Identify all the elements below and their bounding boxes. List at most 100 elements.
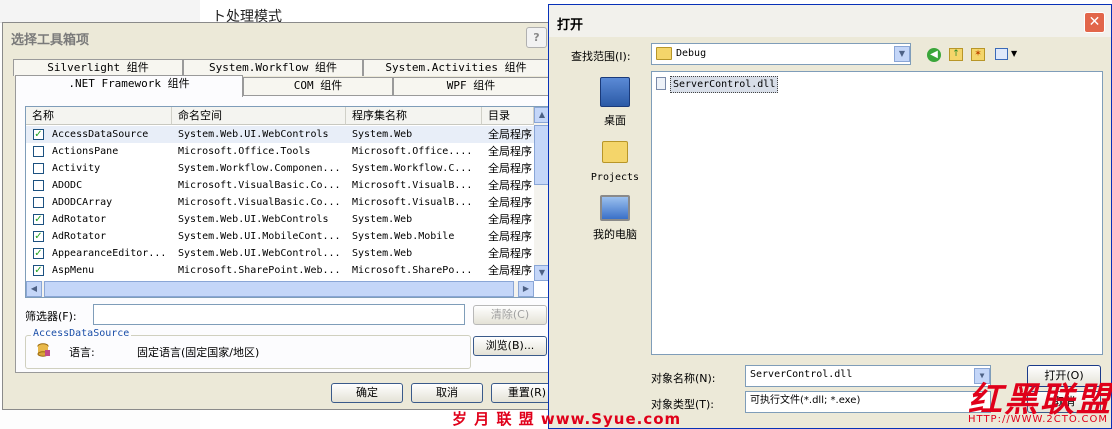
tab-dotnet-framework[interactable]: .NET Framework 组件 [15, 75, 243, 97]
back-icon[interactable]: ◀ [927, 48, 941, 62]
column-header-assembly[interactable]: 程序集名称 [346, 107, 482, 125]
table-row[interactable]: ✓ AppearanceEditor... System.Web.UI.WebCon… [26, 245, 548, 262]
table-row[interactable]: Activity System.Workflow.Componen... Syste… [26, 160, 548, 177]
cell-name: ADODCArray [52, 197, 113, 208]
watermark-url: HTTP://WWW.2CTO.COM [968, 414, 1108, 425]
cell-dir: 全局程序 [488, 213, 532, 226]
filename-input[interactable]: ServerControl.dll ▼ [745, 365, 991, 387]
my-computer-icon [600, 195, 630, 221]
cell-asm: System.Web [352, 248, 413, 259]
cell-asm: System.Web [352, 214, 413, 225]
filter-label: 筛选器(F): [25, 310, 77, 323]
lookin-label: 查找范围(I): [571, 50, 631, 63]
scroll-right-button[interactable]: ▶ [518, 281, 534, 297]
place-my-computer[interactable]: 我的电脑 [565, 195, 665, 247]
toolbox-title: 选择工具箱项 [11, 33, 90, 48]
folder-icon [656, 47, 672, 60]
place-desktop[interactable]: 桌面 [565, 77, 665, 129]
cell-name: AdRotator [52, 231, 107, 242]
toolbox-titlebar: 选择工具箱项 ? [3, 23, 551, 51]
ok-button[interactable]: 确定 [331, 383, 403, 403]
cell-dir: 全局程序 [488, 196, 532, 209]
file-list[interactable]: ServerControl.dll [651, 71, 1103, 355]
cell-dir: 全局程序 [488, 247, 532, 260]
filename-value: ServerControl.dll [750, 369, 853, 380]
row-checkbox[interactable] [33, 197, 44, 208]
tab-system-activities[interactable]: System.Activities 组件 [363, 59, 549, 76]
cancel-button[interactable]: 取消 [411, 383, 483, 403]
tab-com[interactable]: COM 组件 [243, 77, 393, 95]
place-projects[interactable]: Projects [565, 141, 665, 193]
filter-input[interactable] [93, 304, 465, 325]
components-list[interactable]: 名称 命名空间 程序集名称 目录 ✓ AccessDataSource System… [25, 106, 549, 298]
cell-asm: System.Web.Mobile [352, 231, 455, 242]
view-menu-icon[interactable]: ▼ [995, 48, 1017, 61]
language-value: 固定语言(固定国家/地区) [137, 346, 260, 359]
list-vertical-scrollbar[interactable]: ▲ ▼ [534, 107, 548, 281]
place-label: 桌面 [604, 114, 626, 127]
hscroll-thumb[interactable] [44, 281, 514, 297]
row-checkbox[interactable]: ✓ [33, 129, 44, 140]
open-title: 打开 [557, 18, 584, 33]
scroll-left-button[interactable]: ◀ [26, 281, 42, 297]
table-row[interactable]: ADODC Microsoft.VisualBasic.Co... Microsof… [26, 177, 548, 194]
tab-system-workflow[interactable]: System.Workflow 组件 [183, 59, 363, 76]
column-label: 程序集名称 [352, 109, 407, 122]
scroll-up-button[interactable]: ▲ [534, 107, 548, 123]
close-button[interactable]: ✕ [1084, 12, 1105, 33]
new-folder-icon[interactable]: ✶ [971, 48, 985, 61]
column-label: 命名空间 [178, 109, 222, 122]
place-label: Projects [590, 172, 640, 183]
filetype-select[interactable]: 可执行文件(*.dll; *.exe) [745, 391, 991, 413]
cell-dir: 全局程序 [488, 264, 532, 277]
cell-ns: Microsoft.VisualBasic.Co... [178, 197, 341, 208]
scroll-down-button[interactable]: ▼ [534, 265, 548, 281]
cell-name: Activity [52, 163, 101, 174]
component-icon [37, 343, 50, 357]
column-header-name[interactable]: 名称 [26, 107, 172, 125]
row-checkbox[interactable]: ✓ [33, 265, 44, 276]
list-horizontal-scrollbar[interactable]: ◀ ▶ [26, 281, 534, 297]
cell-asm: Microsoft.SharePo... [352, 265, 473, 276]
lookin-value: Debug [676, 48, 707, 59]
row-checkbox[interactable]: ✓ [33, 231, 44, 242]
row-checkbox[interactable] [33, 146, 44, 157]
places-bar: 桌面 Projects 我的电脑 [565, 71, 665, 355]
cell-asm: Microsoft.VisualB... [352, 197, 473, 208]
cell-name: ActionsPane [52, 146, 119, 157]
table-row[interactable]: ActionsPane Microsoft.Office.Tools Microso… [26, 143, 548, 160]
folder-icon [602, 141, 628, 163]
cell-ns: Microsoft.Office.Tools [178, 146, 311, 157]
browse-button[interactable]: 浏览(B)... [473, 336, 547, 356]
cell-asm: Microsoft.VisualB... [352, 180, 473, 191]
column-header-namespace[interactable]: 命名空间 [172, 107, 346, 125]
column-header-directory[interactable]: 目录 [482, 107, 534, 125]
cell-name: ADODC [52, 180, 83, 191]
open-titlebar: 打开 ✕ [549, 5, 1111, 37]
place-label: 我的电脑 [593, 228, 637, 241]
row-checkbox[interactable] [33, 163, 44, 174]
column-label: 目录 [488, 109, 510, 122]
table-row[interactable]: ADODCArray Microsoft.VisualBasic.Co... Mic… [26, 194, 548, 211]
table-row[interactable]: ✓ AdRotator System.Web.UI.MobileCont... Sys… [26, 228, 548, 245]
row-checkbox[interactable]: ✓ [33, 248, 44, 259]
cell-ns: System.Web.UI.MobileCont... [178, 231, 341, 242]
lookin-select[interactable]: Debug ▼ [651, 43, 911, 65]
tab-wpf[interactable]: WPF 组件 [393, 77, 549, 95]
clear-button[interactable]: 清除(C) [473, 305, 547, 325]
table-row[interactable]: ✓ AccessDataSource System.Web.UI.WebContro… [26, 126, 548, 143]
dropdown-arrow-icon[interactable]: ▼ [894, 46, 910, 62]
tab-label: .NET Framework 组件 [68, 77, 190, 90]
tab-label: System.Workflow 组件 [209, 61, 337, 74]
table-row[interactable]: ✓ AspMenu Microsoft.SharePoint.Web... Micro… [26, 262, 548, 279]
scroll-thumb[interactable] [534, 125, 548, 185]
up-folder-icon[interactable]: ↑ [949, 48, 963, 61]
file-name: ServerControl.dll [670, 76, 779, 93]
row-checkbox[interactable] [33, 180, 44, 191]
tab-silverlight[interactable]: Silverlight 组件 [13, 59, 183, 76]
table-row[interactable]: ✓ AdRotator System.Web.UI.WebControls Syste… [26, 211, 548, 228]
close-icon: ✕ [1088, 14, 1101, 30]
help-button[interactable]: ? [526, 27, 547, 48]
filetype-value: 可执行文件(*.dll; *.exe) [750, 395, 861, 406]
row-checkbox[interactable]: ✓ [33, 214, 44, 225]
